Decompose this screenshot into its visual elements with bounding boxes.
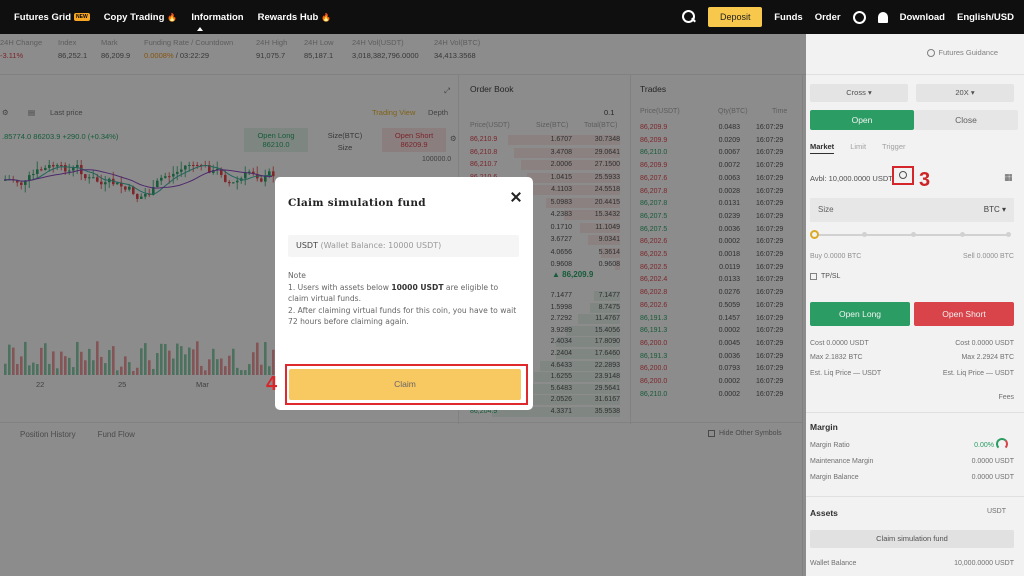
new-badge: NEW — [74, 13, 90, 21]
note-title: Note — [288, 271, 306, 280]
top-nav: Futures Grid NEW Copy Trading 🔥 Informat… — [0, 0, 1024, 34]
nav-locale[interactable]: English/USD — [957, 12, 1014, 23]
nav-left: Futures Grid NEW Copy Trading 🔥 Informat… — [0, 12, 331, 23]
dialog-title: Claim simulation fund — [288, 197, 426, 209]
flame-icon: 🔥 — [321, 12, 332, 22]
nav-futures-grid-label: Futures Grid — [14, 11, 72, 23]
note1-part-a: 1. Users with assets below — [288, 282, 392, 292]
note-item-1: 1. Users with assets below 10000 USDT ar… — [288, 282, 520, 305]
nav-information[interactable]: Information — [191, 12, 243, 23]
dialog-note: Note 1. Users with assets below 10000 US… — [288, 270, 520, 328]
nav-futures-grid[interactable]: Futures Grid NEW — [14, 12, 90, 23]
wallet-currency-field[interactable]: USDT (Wallet Balance: 10000 USDT) — [288, 235, 519, 257]
step-4-label: 4 — [266, 373, 278, 395]
nav-right: Deposit Funds Order Download English/USD — [682, 0, 1014, 34]
modal-backdrop-right — [806, 34, 1024, 576]
bell-icon[interactable] — [877, 11, 888, 23]
nav-information-label: Information — [191, 11, 244, 23]
highlight-box-step4 — [285, 364, 528, 405]
deposit-button[interactable]: Deposit — [708, 7, 763, 27]
nav-copy-trading[interactable]: Copy Trading 🔥 — [104, 12, 178, 23]
nav-funds[interactable]: Funds — [774, 12, 803, 23]
nav-rewards-hub[interactable]: Rewards Hub 🔥 — [258, 12, 332, 23]
dropdown-caret-icon — [197, 27, 203, 31]
user-avatar-icon[interactable] — [852, 10, 866, 24]
nav-order[interactable]: Order — [815, 12, 841, 23]
nav-copy-trading-label: Copy Trading — [103, 11, 165, 23]
note-item-2: 2. After claiming virtual funds for this… — [288, 305, 517, 327]
wallet-balance-info: (Wallet Balance: 10000 USDT) — [320, 241, 442, 250]
flame-icon: 🔥 — [167, 12, 178, 22]
close-icon[interactable] — [509, 190, 523, 204]
nav-download[interactable]: Download — [900, 12, 945, 23]
note1-amount: 10000 USDT — [391, 282, 444, 292]
nav-rewards-hub-label: Rewards Hub — [257, 11, 319, 23]
search-icon[interactable] — [682, 10, 696, 24]
wallet-currency: USDT — [296, 241, 318, 250]
